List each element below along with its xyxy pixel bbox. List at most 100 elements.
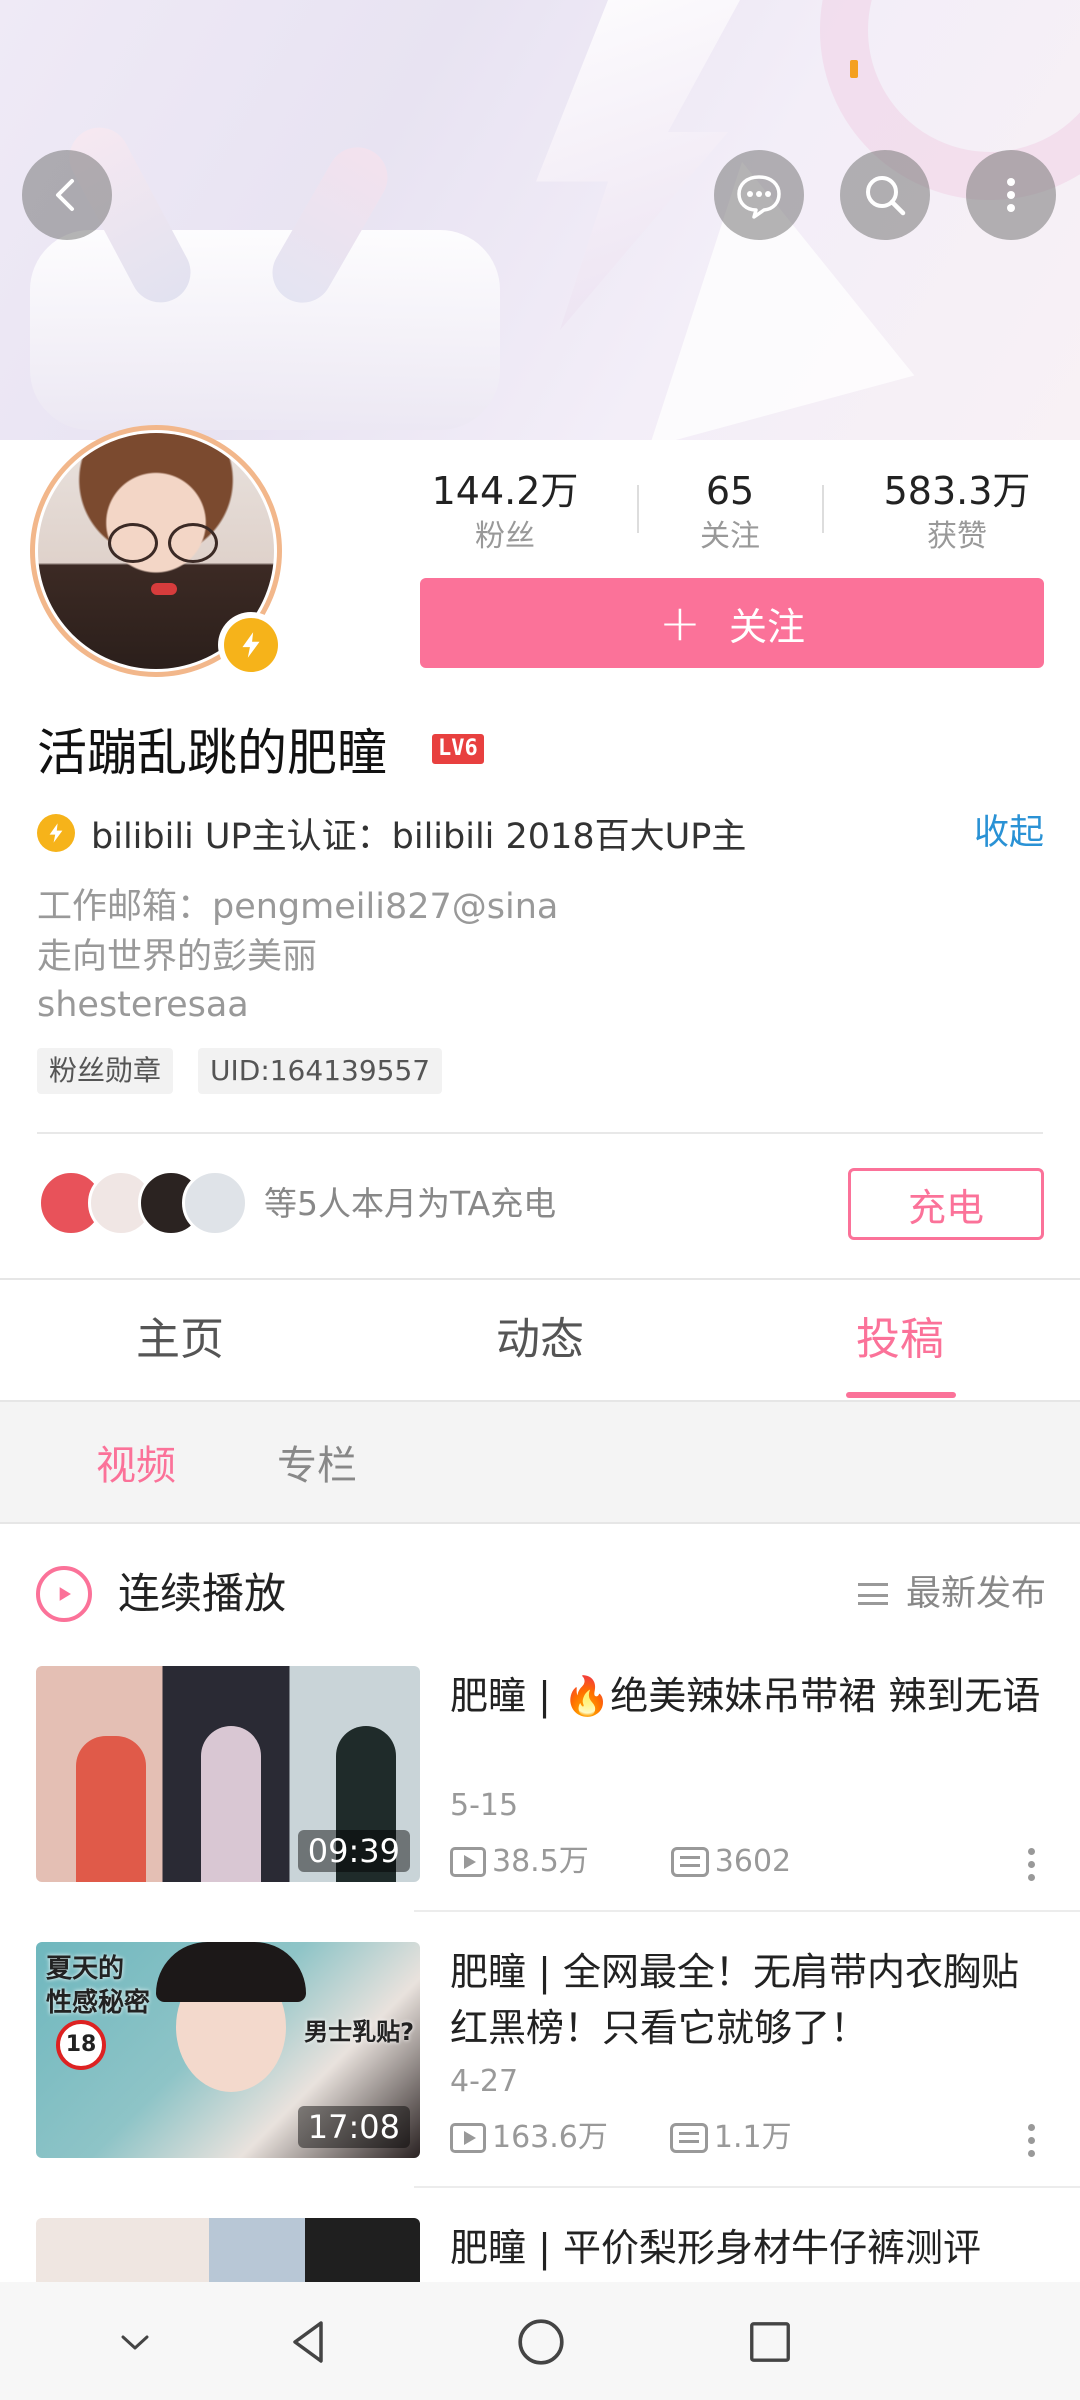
divider [0, 1400, 1080, 1402]
avatar-detail [151, 583, 177, 595]
divider [414, 2186, 1080, 2188]
follow-button[interactable]: + 关注 [420, 578, 1044, 668]
divider [414, 1910, 1080, 1912]
chevron-down-icon [121, 2335, 149, 2350]
stat-following[interactable]: 65 关注 [640, 465, 820, 557]
triangle-back-icon [293, 2321, 323, 2363]
video-title[interactable]: 肥瞳 | 🔥绝美辣妹吊带裙 辣到无语 [450, 1668, 1050, 1724]
subtab-videos[interactable]: 视频 [96, 1438, 176, 1494]
video-title[interactable]: 肥瞳 | 平价梨形身材牛仔裤测评 [450, 2220, 1050, 2276]
danmaku-count: 1.1万 [713, 2120, 792, 2155]
stat-followers[interactable]: 144.2万 粉丝 [415, 465, 595, 557]
charger-avatar[interactable] [182, 1170, 248, 1236]
video-duration: 17:08 [297, 2106, 410, 2148]
danmaku-icon [670, 1847, 709, 1877]
circle-home-icon [518, 2319, 564, 2365]
nav-recents-button[interactable] [740, 2312, 800, 2372]
nav-back-button[interactable] [280, 2312, 340, 2372]
video-title[interactable]: 肥瞳 | 全网最全！无肩带内衣胸贴 红黑榜！只看它就够了！ [450, 1944, 1050, 2056]
list-header: 连续播放 最新发布 [36, 1566, 1046, 1626]
status-bar [0, 0, 1080, 130]
level-badge: LV6 [432, 734, 484, 764]
charge-summary[interactable]: 等5人本月为TA充电 [264, 1180, 556, 1228]
danmaku-count: 3602 [714, 1844, 792, 1879]
tab-dynamics[interactable]: 动态 [440, 1310, 640, 1370]
danmaku-icon [669, 2123, 708, 2153]
status-indicator [850, 60, 858, 78]
search-icon [866, 176, 906, 216]
sort-button[interactable]: 最新发布 [857, 1568, 1046, 1620]
banner-decoration [30, 230, 500, 430]
video-thumbnail[interactable]: 夏天的 性感秘密 18 男士乳贴? 17:08 [36, 1942, 420, 2158]
more-button[interactable] [966, 150, 1056, 240]
active-tab-indicator [846, 1392, 956, 1398]
stat-divider [637, 485, 639, 533]
lightning-icon [37, 814, 75, 852]
thumbnail-caption: 男士乳贴? [304, 2018, 414, 2046]
video-item[interactable]: 09:39 肥瞳 | 🔥绝美辣妹吊带裙 辣到无语 5-15 38.5万 3602 [36, 1666, 1080, 1882]
view-count: 163.6万 [492, 2120, 608, 2155]
thumbnail-caption: 性感秘密 [46, 1988, 151, 2018]
stat-divider [822, 485, 824, 533]
more-options-icon[interactable] [1028, 2124, 1036, 2162]
video-date: 5-15 [450, 1788, 519, 1823]
thumbnail-detail [201, 1726, 261, 1882]
thumbnail-caption: 夏天的 [46, 1954, 125, 1984]
stat-label: 获赞 [927, 519, 987, 554]
video-item[interactable]: 肥瞳 | 平价梨形身材牛仔裤测评 [36, 2218, 1080, 2282]
divider [0, 1278, 1080, 1280]
search-button[interactable] [840, 150, 930, 240]
stat-likes[interactable]: 583.3万 获赞 [867, 465, 1047, 557]
charge-button[interactable]: 充电 [848, 1168, 1044, 1240]
stat-value: 583.3万 [883, 469, 1031, 513]
play-count-icon [450, 1847, 486, 1877]
message-button[interactable] [714, 150, 804, 240]
divider [0, 1522, 1080, 1524]
continuous-play-button[interactable]: 连续播放 [118, 1566, 286, 1622]
stat-value: 144.2万 [431, 469, 579, 513]
bio-line: 走向世界的彭美丽 [37, 937, 318, 977]
thumbnail-detail [156, 1942, 306, 2002]
divider [37, 1132, 1043, 1134]
video-stats: 38.5万 3602 [450, 1842, 791, 1882]
tab-uploads[interactable]: 投稿 [800, 1310, 1000, 1370]
system-nav-bar [0, 2282, 1080, 2400]
sort-icon [857, 1583, 888, 1605]
stat-label: 关注 [700, 519, 760, 554]
fan-medal-tag[interactable]: 粉丝勋章 [37, 1048, 174, 1094]
video-thumbnail[interactable] [36, 2218, 420, 2282]
uid-tag[interactable]: UID:164139557 [198, 1048, 443, 1094]
nav-home-button[interactable] [511, 2312, 571, 2372]
video-item[interactable]: 夏天的 性感秘密 18 男士乳贴? 17:08 肥瞳 | 全网最全！无肩带内衣胸… [36, 1942, 1080, 2158]
follow-button-label: 关注 [728, 604, 805, 649]
message-bubble-icon [737, 175, 781, 219]
bio-line: shesteresaa [37, 985, 249, 1025]
username: 活蹦乱跳的肥瞳 [37, 724, 387, 782]
age-rating-icon: 18 [56, 2020, 106, 2070]
video-thumbnail[interactable]: 09:39 [36, 1666, 420, 1882]
thumbnail-detail [76, 1736, 146, 1882]
tab-home[interactable]: 主页 [80, 1310, 280, 1370]
video-stats: 163.6万 1.1万 [450, 2118, 792, 2158]
stat-value: 65 [705, 469, 755, 513]
play-count-icon [450, 2123, 486, 2153]
stat-label: 粉丝 [475, 519, 535, 554]
subtab-columns[interactable]: 专栏 [277, 1438, 357, 1494]
avatar-detail [108, 523, 218, 563]
more-options-icon[interactable] [1028, 1848, 1036, 1886]
chevron-left-icon [56, 179, 74, 211]
bio-line: 工作邮箱：pengmeili827@sina [37, 887, 559, 927]
sort-label: 最新发布 [905, 1574, 1046, 1614]
view-count: 38.5万 [492, 1844, 589, 1879]
more-vertical-icon [1007, 178, 1015, 212]
collapse-link[interactable]: 收起 [974, 808, 1044, 858]
video-date: 4-27 [450, 2064, 519, 2099]
nav-collapse-button[interactable] [105, 2312, 165, 2372]
plus-icon: + [659, 594, 701, 652]
back-button[interactable] [22, 150, 112, 240]
certification-row: bilibili UP主认证：bilibili 2018百大UP主 [37, 808, 1047, 858]
continuous-play-icon[interactable] [36, 1566, 92, 1622]
square-recents-icon [750, 2322, 790, 2362]
lightning-icon [242, 632, 260, 658]
video-duration: 09:39 [297, 1830, 410, 1872]
